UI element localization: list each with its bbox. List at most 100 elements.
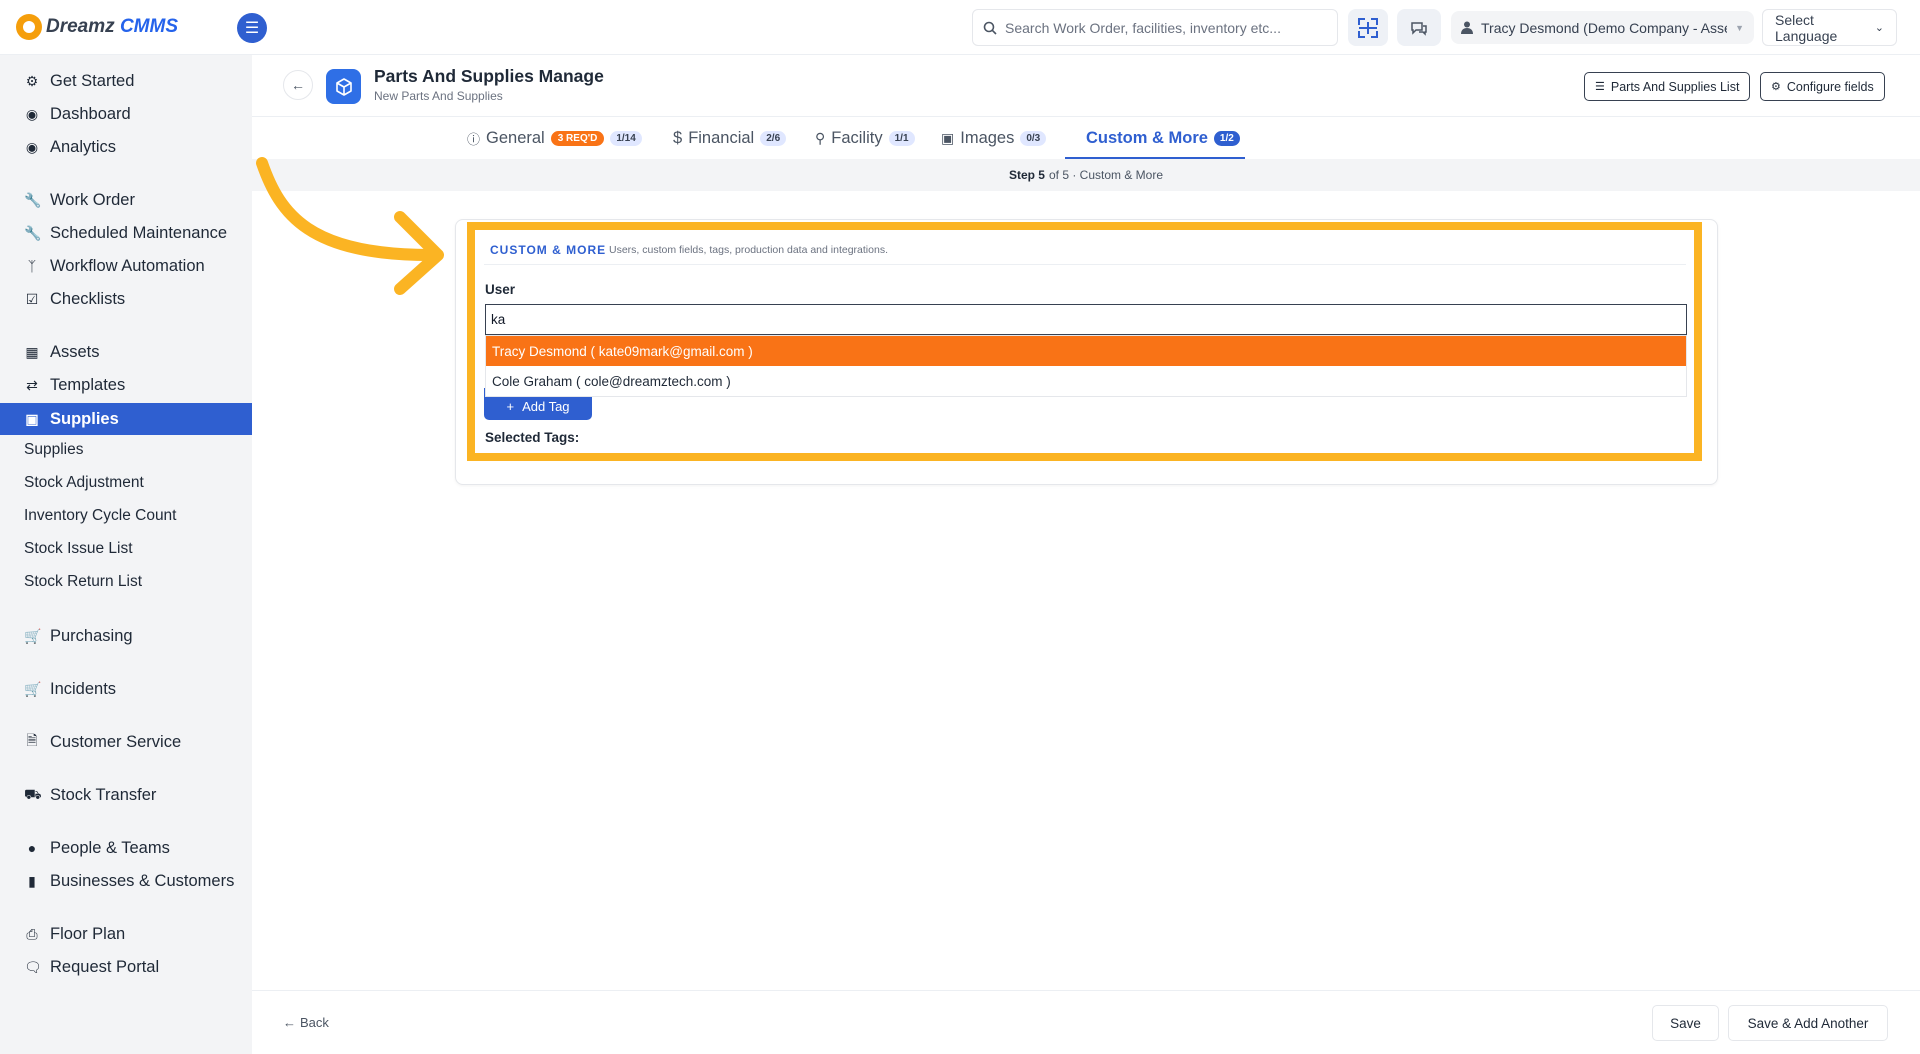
- tab-count-badge: 2/6: [760, 130, 787, 146]
- tab-general[interactable]: ⓘ General 3 REQ'D 1/14: [467, 126, 642, 150]
- sidebar-item-label: Purchasing: [50, 626, 133, 645]
- sidebar-item-incidents[interactable]: 🛒 Incidents: [0, 674, 252, 704]
- sidebar-subitem-stock-return-list[interactable]: Stock Return List: [24, 573, 142, 591]
- sidebar-item-label: Dashboard: [50, 104, 131, 123]
- file-icon: 🗎: [26, 732, 38, 748]
- tab-label: Images: [960, 128, 1015, 147]
- scan-icon: [1358, 17, 1378, 38]
- sidebar-subitem-stock-issue-list[interactable]: Stock Issue List: [24, 540, 133, 558]
- messages-button[interactable]: [1397, 9, 1441, 46]
- analytics-icon: ◉: [25, 138, 39, 155]
- parts-list-label: Parts And Supplies List: [1610, 79, 1740, 94]
- page-title: Parts And Supplies Manage: [374, 66, 604, 86]
- sidebar-item-label: Floor Plan: [50, 924, 126, 943]
- sliders-icon: ⚙: [1771, 81, 1781, 93]
- sidebar-subitem-inventory-cycle-count[interactable]: Inventory Cycle Count: [24, 507, 177, 525]
- tab-custom-more[interactable]: Custom & More 1/2: [1086, 126, 1240, 150]
- info-icon: ⓘ: [467, 131, 481, 147]
- sidebar-item-people-teams[interactable]: ● People & Teams: [0, 833, 252, 863]
- sidebar-item-get-started[interactable]: ⚙ Get Started: [0, 66, 252, 96]
- sidebar-item-floor-plan[interactable]: ⎙ Floor Plan: [0, 919, 252, 949]
- sidebar-item-work-order[interactable]: 🔧 Work Order: [0, 185, 252, 215]
- sidebar-item-label: Stock Transfer: [50, 785, 157, 804]
- language-select[interactable]: Select Language ⌄: [1762, 9, 1897, 46]
- arrow-left-icon: ←: [291, 77, 305, 93]
- logo[interactable]: Dreamz CMMS: [16, 14, 178, 40]
- sidebar-item-templates[interactable]: ⇄ Templates: [0, 370, 252, 400]
- configure-fields-label: Configure fields: [1786, 79, 1874, 94]
- image-icon: ▣: [941, 129, 955, 146]
- wrench-icon: 🔧: [24, 224, 42, 241]
- tab-financial[interactable]: $ Financial 2/6: [673, 126, 787, 150]
- sidebar-item-label: Analytics: [50, 137, 117, 156]
- map-pin-icon: ⚲: [815, 129, 826, 146]
- scan-button[interactable]: [1348, 9, 1388, 46]
- video-icon: ▮: [28, 872, 36, 889]
- tab-label: Financial: [688, 128, 755, 147]
- tab-count-badge: 1/2: [1213, 130, 1240, 146]
- checkbox-icon: ☑: [25, 290, 39, 307]
- step-current: Step 5: [1008, 168, 1045, 182]
- caret-down-icon: ▼: [1735, 22, 1744, 33]
- sidebar-item-label: Templates: [50, 375, 126, 394]
- footer-back-link[interactable]: ← Back: [283, 1015, 329, 1030]
- tab-facility[interactable]: ⚲ Facility 1/1: [815, 126, 915, 150]
- sidebar-item-businesses-customers[interactable]: ▮ Businesses & Customers: [0, 866, 252, 896]
- search-input[interactable]: [1005, 19, 1325, 36]
- sidebar-item-label: Scheduled Maintenance: [50, 223, 228, 242]
- tab-label: Custom & More: [1086, 128, 1208, 147]
- tab-count-badge: 0/3: [1020, 130, 1047, 146]
- sidebar-item-checklists[interactable]: ☑ Checklists: [0, 284, 252, 314]
- chevron-down-icon: ⌄: [1874, 22, 1884, 34]
- sidebar-item-assets[interactable]: ▦ Assets: [0, 337, 252, 367]
- configure-fields-button[interactable]: ⚙ Configure fields: [1760, 72, 1885, 101]
- sidebar-item-label: Work Order: [50, 190, 135, 209]
- chat-icon: [1411, 21, 1427, 36]
- back-button[interactable]: ←: [283, 70, 313, 100]
- hamburger-icon: ☰: [244, 20, 260, 37]
- sidebar-item-customer-service[interactable]: 🗎 Customer Service: [0, 727, 252, 757]
- sidebar-item-stock-transfer[interactable]: ⛟ Stock Transfer: [0, 780, 252, 810]
- back-label: Back: [300, 1015, 329, 1030]
- tab-count-badge: 1/1: [888, 130, 915, 146]
- sidebar-item-purchasing[interactable]: 🛒 Purchasing: [0, 621, 252, 651]
- save-and-add-another-button[interactable]: Save & Add Another: [1728, 1005, 1888, 1041]
- global-search[interactable]: [972, 9, 1338, 46]
- sidebar-item-label: Get Started: [50, 71, 135, 90]
- user-name: Tracy Desmond (Demo Company - Asse...: [1481, 19, 1728, 36]
- sidebar-item-label: Customer Service: [50, 732, 182, 751]
- sidebar-item-workflow-automation[interactable]: ᛉ Workflow Automation: [0, 251, 252, 281]
- sidebar-item-analytics[interactable]: ◉ Analytics: [0, 132, 252, 162]
- sidebar-item-label: Businesses & Customers: [50, 871, 235, 890]
- sidebar-item-supplies[interactable]: ▣ Supplies: [0, 403, 252, 435]
- arrow-left-icon: ←: [283, 1015, 296, 1030]
- search-icon: [983, 21, 997, 35]
- sidebar-item-dashboard[interactable]: ◉ Dashboard: [0, 99, 252, 129]
- menu-toggle-button[interactable]: ☰: [237, 13, 267, 43]
- logo-brand: Dreamz: [46, 16, 115, 37]
- sidebar-item-label: Supplies: [50, 409, 119, 428]
- step-rest: of 5 · Custom & More: [1048, 168, 1164, 182]
- branch-icon: ᛉ: [27, 258, 37, 274]
- list-icon: ☰: [1595, 81, 1605, 93]
- cart-icon: 🛒: [24, 680, 42, 697]
- page-subtitle: New Parts And Supplies: [374, 89, 503, 103]
- box-icon: [335, 77, 352, 96]
- sidebar-subitem-supplies[interactable]: Supplies: [24, 441, 83, 459]
- sidebar-item-scheduled-maintenance[interactable]: 🔧 Scheduled Maintenance: [0, 218, 252, 248]
- wrench-icon: 🔧: [24, 191, 42, 208]
- language-label: Select Language: [1775, 11, 1838, 44]
- sidebar-item-request-portal[interactable]: 🗨 Request Portal: [0, 952, 252, 982]
- tab-images[interactable]: ▣ Images 0/3: [941, 126, 1047, 150]
- top-bar: Dreamz CMMS ☰ Tracy Desmond (Demo Compan…: [0, 0, 1920, 55]
- parts-list-button[interactable]: ☰ Parts And Supplies List: [1584, 72, 1751, 101]
- logo-gear-icon: [16, 14, 42, 40]
- pointer-arrow-icon: [256, 157, 444, 295]
- user-menu[interactable]: Tracy Desmond (Demo Company - Asse... ▼: [1451, 11, 1754, 44]
- sidebar-subitem-stock-adjustment[interactable]: Stock Adjustment: [24, 474, 144, 492]
- header-divider: [252, 116, 1920, 117]
- footer-divider: [252, 990, 1920, 991]
- highlight-frame: [467, 222, 1702, 461]
- save-button[interactable]: Save: [1652, 1005, 1719, 1041]
- dashboard-icon: ◉: [25, 105, 39, 122]
